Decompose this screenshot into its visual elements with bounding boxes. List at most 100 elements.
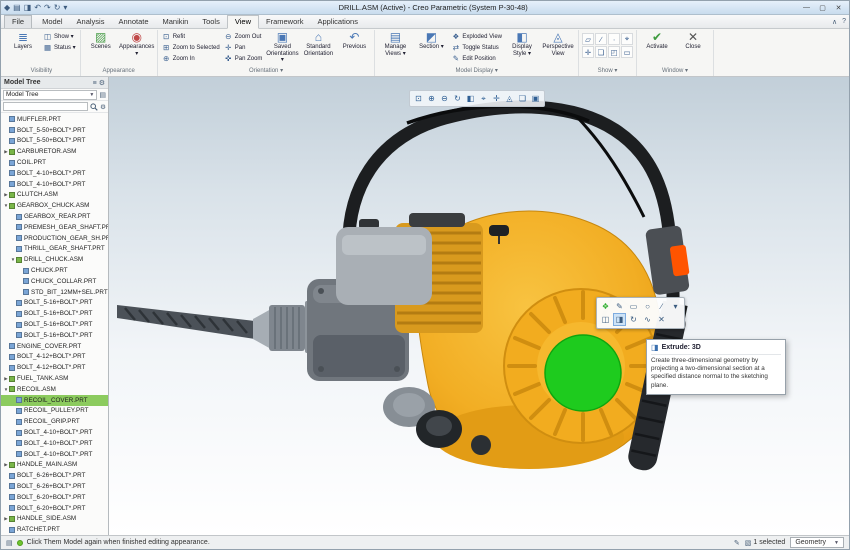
spin-center-toggle[interactable]: ✛ <box>582 46 594 58</box>
tree-item-muffler-prt[interactable]: MUFFLER.PRT <box>1 114 108 125</box>
close-window-button[interactable]: ✕Close <box>676 30 710 51</box>
tree-item-bolt-4-10-bolt-prt[interactable]: BOLT_4-10+BOLT*.PRT <box>1 427 108 438</box>
extrude-icon[interactable]: ◨ <box>613 313 626 326</box>
display-style-icon[interactable]: ◧ <box>465 93 476 104</box>
activate-button[interactable]: ✔Activate <box>640 30 674 51</box>
help-icon[interactable]: ? <box>842 18 846 26</box>
show-visibility-button[interactable]: ◫Show ▾ <box>42 31 77 42</box>
tree-item-thrill-gear-shaft-prt[interactable]: THRILL_GEAR_SHAFT.PRT <box>1 244 108 255</box>
tree-item-bolt-5-50-bolt-prt[interactable]: BOLT_5-50+BOLT*.PRT <box>1 136 108 147</box>
zoom-out-icon[interactable]: ⊖ <box>439 93 450 104</box>
appearances-button[interactable]: ◉Appearances ▾ <box>120 30 154 57</box>
drill-model-graphic[interactable] <box>109 77 849 535</box>
tree-item-fuel-tank-asm[interactable]: ▶FUEL_TANK.ASM <box>1 373 108 384</box>
tab-manikin[interactable]: Manikin <box>156 16 196 28</box>
tab-tools[interactable]: Tools <box>195 16 227 28</box>
tree-item-production-gear-sh-prt[interactable]: PRODUCTION_GEAR_SH.PRT <box>1 233 108 244</box>
tab-model[interactable]: Model <box>35 16 69 28</box>
tree-item-handle-side-asm[interactable]: ▶HANDLE_SIDE.ASM <box>1 513 108 524</box>
circle-icon[interactable]: ○ <box>641 300 654 313</box>
tree-item-bolt-5-16-bolt-prt[interactable]: BOLT_5-16+BOLT*.PRT <box>1 298 108 309</box>
air-filter-cover-graphic[interactable] <box>336 219 432 305</box>
tab-view[interactable]: View <box>227 15 259 29</box>
remove-icon[interactable]: ✕ <box>655 313 668 326</box>
revolve-icon[interactable]: ↻ <box>627 313 640 326</box>
tree-item-bolt-5-16-bolt-prt[interactable]: BOLT_5-16+BOLT*.PRT <box>1 330 108 341</box>
recoil-highlight-circle[interactable] <box>545 335 621 411</box>
tree-item-bolt-4-10-bolt-prt[interactable]: BOLT_4-10+BOLT*.PRT <box>1 449 108 460</box>
repaint-icon[interactable]: ↻ <box>452 93 463 104</box>
3d-viewport[interactable]: ⊡⊕⊖↻◧⌖✛◬❏▣ ❖✎▭○∕▾◫◨↻∿✕ ◨ Extrude: 3D Cre… <box>109 77 849 535</box>
point-display-toggle[interactable]: ∙ <box>608 33 620 45</box>
status-visibility-button[interactable]: ▦Status ▾ <box>42 42 77 53</box>
tree-filter-settings-icon[interactable]: ⚙ <box>100 103 106 111</box>
saved-views-icon[interactable]: ▣ <box>530 93 541 104</box>
line-icon[interactable]: ∕ <box>655 300 668 313</box>
manage-views-button[interactable]: ▤Manage Views ▾ <box>378 30 412 57</box>
previous-button[interactable]: ↶Previous <box>337 30 371 51</box>
zoom-to-selected-button[interactable]: ⊞Zoom to Selected <box>161 42 221 53</box>
tree-item-recoil-pulley-prt[interactable]: RECOIL_PULLEY.PRT <box>1 406 108 417</box>
plane-tag-toggle[interactable]: ▭ <box>621 46 633 58</box>
spin-center-icon[interactable]: ✛ <box>491 93 502 104</box>
pan-button[interactable]: ✛Pan <box>223 42 264 53</box>
tree-settings-icon[interactable]: ⚙ <box>99 80 105 87</box>
zoom-in-button[interactable]: ⊕Zoom In <box>161 53 221 64</box>
tree-item-bolt-4-10-bolt-prt[interactable]: BOLT_4-10+BOLT*.PRT <box>1 179 108 190</box>
folder-icon[interactable]: ▤ <box>99 91 106 99</box>
selection-filter-combo[interactable]: Geometry ▼ <box>790 537 844 548</box>
tree-item-gearbox-chuck-asm[interactable]: ▼GEARBOX_CHUCK.ASM <box>1 200 108 211</box>
tree-item-clutch-asm[interactable]: ▶CLUTCH.ASM <box>1 190 108 201</box>
sweep-icon[interactable]: ∿ <box>641 313 654 326</box>
datum-display-icon[interactable]: ⌖ <box>478 93 489 104</box>
tab-framework[interactable]: Framework <box>259 16 311 28</box>
tree-item-recoil-asm[interactable]: ▼RECOIL.ASM <box>1 384 108 395</box>
csys-display-toggle[interactable]: ⌖ <box>621 33 633 45</box>
save-icon[interactable]: ◨ <box>24 3 32 13</box>
appearance-brush-icon[interactable]: ✎ <box>734 539 740 547</box>
standard-orientation-button[interactable]: ⌂Standard Orientation <box>301 30 335 57</box>
new-file-icon[interactable]: ▤ <box>13 3 21 13</box>
exploded-view-button[interactable]: ❖Exploded View <box>450 31 503 42</box>
section-button[interactable]: ◩Section ▾ <box>414 30 448 51</box>
refit-icon[interactable]: ⊡ <box>413 93 424 104</box>
zoom-out-button[interactable]: ⊖Zoom Out <box>223 31 264 42</box>
tree-item-std-bit-12mm-sel-prt[interactable]: STD_BIT_12MM+SEL.PRT <box>1 287 108 298</box>
tree-item-bolt-4-12-bolt-prt[interactable]: BOLT_4-12+BOLT*.PRT <box>1 362 108 373</box>
zoom-in-icon[interactable]: ⊕ <box>426 93 437 104</box>
maximize-button[interactable]: ▢ <box>815 2 830 13</box>
tab-applications[interactable]: Applications <box>311 16 365 28</box>
redo-icon[interactable]: ↷ <box>44 3 51 13</box>
sketch-icon[interactable]: ✎ <box>613 300 626 313</box>
annotations-icon[interactable]: ❏ <box>517 93 528 104</box>
saved-orientations-button[interactable]: ▣Saved Orientations ▾ <box>265 30 299 64</box>
plane-display-toggle[interactable]: ▱ <box>582 33 594 45</box>
tree-item-bolt-5-50-bolt-prt[interactable]: BOLT_5-50+BOLT*.PRT <box>1 125 108 136</box>
display-style-button[interactable]: ◧Display Style ▾ <box>505 30 539 57</box>
tree-item-bolt-6-26-bolt-prt[interactable]: BOLT_6-26+BOLT*.PRT <box>1 481 108 492</box>
tree-item-bolt-6-20-bolt-prt[interactable]: BOLT_6-20+BOLT*.PRT <box>1 503 108 514</box>
tree-item-chuck-collar-prt[interactable]: CHUCK_COLLAR.PRT <box>1 276 108 287</box>
tree-item-bolt-6-26-bolt-prt[interactable]: BOLT_6-26+BOLT*.PRT <box>1 470 108 481</box>
tree-item-bolt-4-12-bolt-prt[interactable]: BOLT_4-12+BOLT*.PRT <box>1 352 108 363</box>
close-button[interactable]: ✕ <box>831 2 846 13</box>
edit-position-button[interactable]: ✎Edit Position <box>450 53 503 64</box>
minimize-ribbon-icon[interactable]: ∧ <box>832 18 837 26</box>
tree-item-chuck-prt[interactable]: CHUCK.PRT <box>1 265 108 276</box>
dragger-toggle[interactable]: ◰ <box>608 46 620 58</box>
tree-item-bolt-5-16-bolt-prt[interactable]: BOLT_5-16+BOLT*.PRT <box>1 319 108 330</box>
mirror-icon[interactable]: ◫ <box>599 313 612 326</box>
tree-item-handle-main-asm[interactable]: ▶HANDLE_MAIN.ASM <box>1 460 108 471</box>
tree-filter-icon[interactable]: ≡ <box>93 80 97 87</box>
tab-annotate[interactable]: Annotate <box>111 16 155 28</box>
tree-item-bolt-5-16-bolt-prt[interactable]: BOLT_5-16+BOLT*.PRT <box>1 308 108 319</box>
tree-item-drill-chuck-asm[interactable]: ▼DRILL_CHUCK.ASM <box>1 254 108 265</box>
refit-button[interactable]: ⊡Refit <box>161 31 221 42</box>
toggle-status-button[interactable]: ⇄Toggle Status <box>450 42 503 53</box>
tree-item-premesh-gear-shaft-prt[interactable]: PREMESH_GEAR_SHAFT.PRT <box>1 222 108 233</box>
tree-item-coil-prt[interactable]: COIL.PRT <box>1 157 108 168</box>
select-geometry-icon[interactable]: ❖ <box>599 300 612 313</box>
app-icon[interactable]: ◆ <box>4 3 10 13</box>
perspective-icon[interactable]: ◬ <box>504 93 515 104</box>
rectangle-icon[interactable]: ▭ <box>627 300 640 313</box>
